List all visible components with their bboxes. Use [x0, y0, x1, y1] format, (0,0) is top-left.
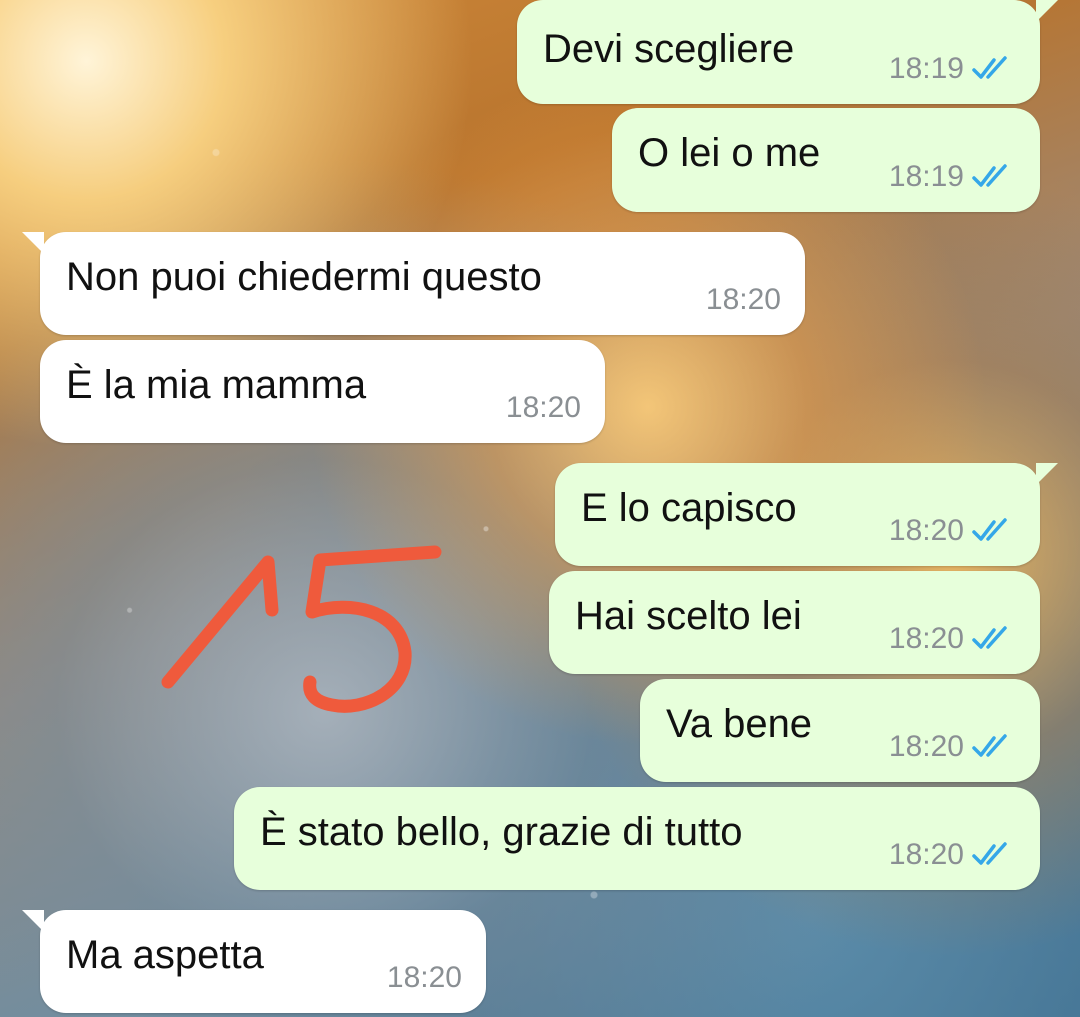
message-text: Ma aspetta: [66, 933, 264, 977]
handwritten-annotation: 15: [150, 540, 442, 713]
message-text: Non puoi chiedermi questo: [66, 255, 542, 299]
message-bubble-outgoing[interactable]: Devi scegliere 18:19: [517, 0, 1058, 104]
message-meta: 18:20: [387, 961, 462, 995]
read-double-check-icon: [972, 626, 1007, 649]
message-meta: 18:20: [889, 622, 1016, 656]
message-time: 18:19: [888, 52, 964, 85]
message-bubble-outgoing[interactable]: E lo capisco 18:20: [555, 463, 1058, 566]
read-double-check-icon: [972, 56, 1007, 79]
message-time: 18:20: [888, 622, 964, 655]
message-time: 18:20: [888, 730, 964, 763]
bubble-tail: [22, 232, 44, 254]
message-meta: 18:20: [506, 391, 581, 425]
message-time: 18:19: [888, 160, 964, 193]
read-double-check-icon: [972, 734, 1007, 757]
message-time: 18:20: [705, 283, 781, 316]
message-time: 18:20: [888, 514, 964, 547]
message-text: È la mia mamma: [66, 363, 367, 407]
bubble-tail: [1036, 463, 1058, 485]
message-text: O lei o me: [638, 131, 821, 175]
message-text: È stato bello, grazie di tutto: [260, 810, 743, 854]
message-text: Va bene: [666, 702, 813, 746]
message-meta: 18:19: [889, 160, 1016, 194]
message-bubble-incoming[interactable]: È la mia mamma 18:20: [40, 340, 605, 443]
message-time: 18:20: [888, 838, 964, 871]
message-time: 18:20: [386, 961, 462, 994]
read-double-check-icon: [972, 842, 1007, 865]
read-double-check-icon: [972, 164, 1007, 187]
message-bubble-outgoing[interactable]: È stato bello, grazie di tutto 18:20: [234, 787, 1040, 890]
message-meta: 18:20: [889, 730, 1016, 764]
message-bubble-outgoing[interactable]: Hai scelto lei 18:20: [549, 571, 1040, 674]
message-text: E lo capisco: [581, 486, 797, 530]
bubble-tail: [1036, 0, 1058, 22]
message-meta: 18:19: [889, 52, 1016, 86]
message-bubble-outgoing[interactable]: Va bene 18:20: [640, 679, 1040, 782]
read-double-check-icon: [972, 518, 1007, 541]
message-meta: 18:20: [889, 514, 1016, 548]
chat-background: Devi scegliere 18:19 O lei o me 18:19 No…: [0, 0, 1080, 1017]
message-meta: 18:20: [706, 283, 781, 317]
message-text: Devi scegliere: [543, 27, 795, 71]
bubble-tail: [22, 910, 44, 932]
message-time: 18:20: [505, 391, 581, 424]
annotation-text: 15: [150, 540, 152, 541]
message-meta: 18:20: [889, 838, 1016, 872]
message-bubble-outgoing[interactable]: O lei o me 18:19: [612, 108, 1040, 212]
message-text: Hai scelto lei: [575, 594, 802, 638]
message-bubble-incoming[interactable]: Non puoi chiedermi questo 18:20: [22, 232, 805, 335]
message-bubble-incoming[interactable]: Ma aspetta 18:20: [22, 910, 486, 1013]
